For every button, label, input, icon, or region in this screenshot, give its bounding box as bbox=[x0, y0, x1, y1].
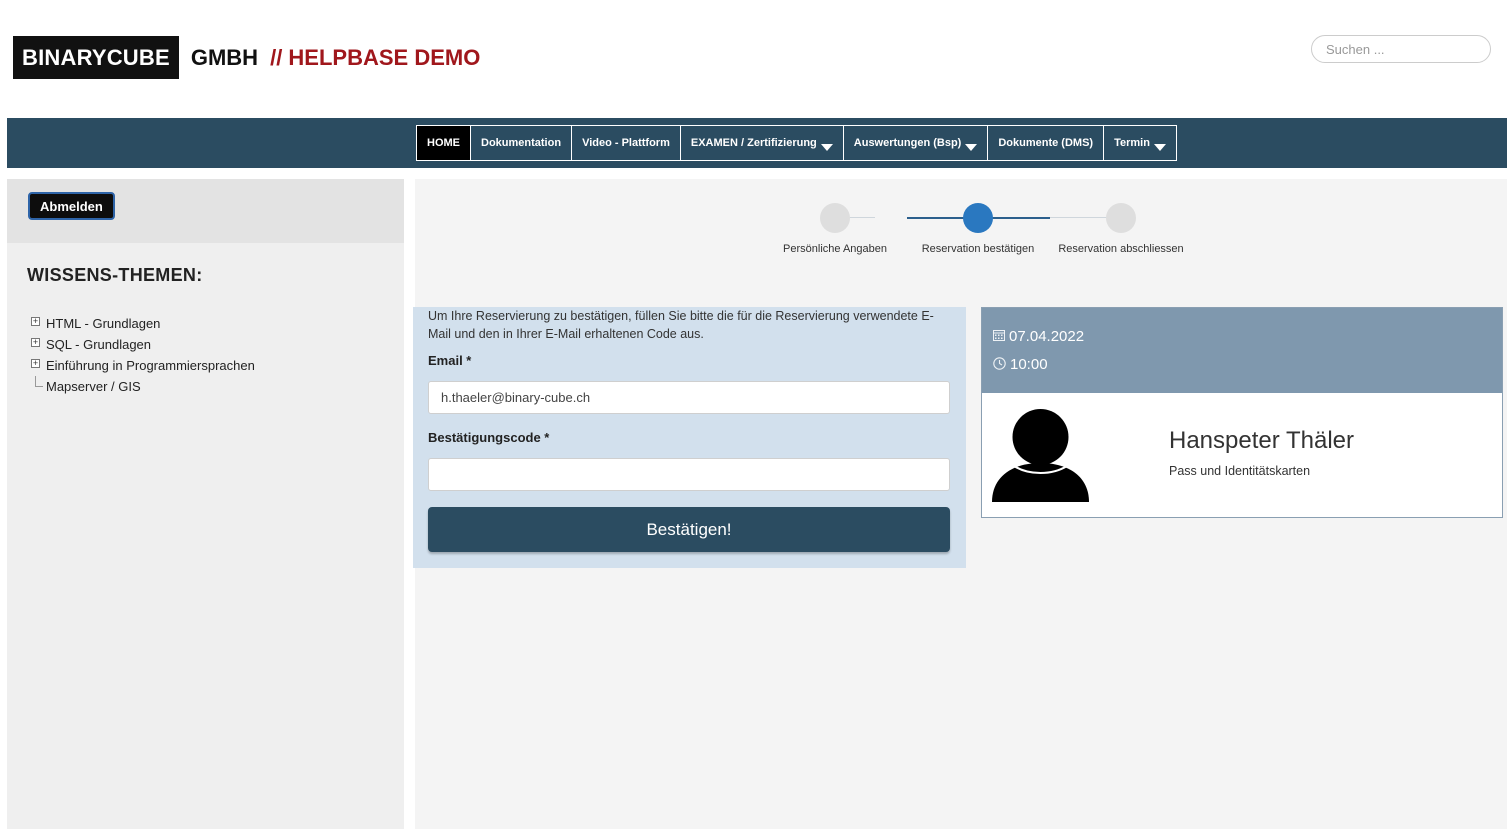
logo-helpbase-demo: // HELPBASE DEMO bbox=[270, 44, 481, 70]
nav-item-label: Termin bbox=[1114, 137, 1150, 149]
nav-item-label: Auswertungen (Bsp) bbox=[853, 137, 962, 149]
appointment-date-value: 07.04.2022 bbox=[1009, 328, 1085, 345]
step-dot-3 bbox=[1106, 203, 1136, 233]
logo-binarycube: BINARYCUBE bbox=[13, 36, 179, 79]
tree-item-label: Einführung in Programmiersprachen bbox=[46, 358, 255, 373]
logout-button[interactable]: Abmelden bbox=[28, 192, 115, 220]
site-logo[interactable]: BINARYCUBE GMBH // HELPBASE DEMO bbox=[13, 36, 480, 79]
appointment-time-value: 10:00 bbox=[1010, 356, 1048, 373]
person-name: Hanspeter Thäler bbox=[1169, 427, 1354, 454]
step-dot-2 bbox=[963, 203, 993, 233]
nav-item-dokumente[interactable]: Dokumente (DMS) bbox=[987, 125, 1105, 161]
expand-plus-icon[interactable]: + bbox=[31, 338, 40, 347]
step-dot-1 bbox=[820, 203, 850, 233]
nav-item-auswertungen[interactable]: Auswertungen (Bsp) bbox=[842, 125, 989, 161]
nav-item-label: EXAMEN / Zertifizierung bbox=[690, 137, 817, 149]
main-content: Persönliche Angaben Reservation bestätig… bbox=[413, 179, 1507, 829]
tree-item-html[interactable]: + HTML - Grundlagen bbox=[29, 313, 255, 334]
code-label: Bestätigungscode * bbox=[428, 430, 550, 445]
nav-item-label: Video - Plattform bbox=[582, 137, 670, 149]
confirm-button[interactable]: Bestätigen! bbox=[428, 507, 950, 552]
nav-menu: HOME Dokumentation Video - Plattform EXA… bbox=[416, 125, 1177, 161]
search-input[interactable] bbox=[1311, 35, 1491, 63]
sidebar: Abmelden WISSENS-THEMEN: + HTML - Grundl… bbox=[7, 179, 404, 829]
step-label-3: Reservation abschliessen bbox=[1058, 243, 1184, 255]
step-connector bbox=[1050, 217, 1108, 218]
nav-item-examen[interactable]: EXAMEN / Zertifizierung bbox=[679, 125, 844, 161]
nav-item-dokumentation[interactable]: Dokumentation bbox=[470, 125, 573, 161]
caret-down-icon bbox=[965, 143, 978, 151]
appointment-card: 07.04.2022 10:00 Hanspeter Thäler Pass u… bbox=[981, 307, 1503, 518]
email-field[interactable] bbox=[428, 381, 950, 414]
appointment-time: 10:00 bbox=[993, 356, 1048, 373]
tree-item-label: HTML - Grundlagen bbox=[46, 316, 161, 331]
user-silhouette-icon bbox=[992, 409, 1089, 502]
caret-down-icon bbox=[820, 143, 833, 151]
appointment-header: 07.04.2022 10:00 bbox=[982, 308, 1502, 393]
nav-item-label: Dokumente (DMS) bbox=[998, 137, 1094, 149]
appointment-date: 07.04.2022 bbox=[993, 328, 1084, 345]
step-label-2: Reservation bestätigen bbox=[921, 243, 1035, 255]
clock-icon bbox=[993, 356, 1006, 373]
logo-gmbh: GMBH bbox=[190, 44, 259, 70]
tree-connector bbox=[35, 376, 43, 387]
tree-item-label: Mapserver / GIS bbox=[46, 379, 141, 394]
tree-item-label: SQL - Grundlagen bbox=[46, 337, 152, 352]
calendar-icon bbox=[993, 329, 1005, 344]
step-label-1: Persönliche Angaben bbox=[783, 243, 887, 255]
caret-down-icon bbox=[1153, 143, 1166, 151]
sidebar-top: Abmelden bbox=[7, 179, 404, 243]
site-header: BINARYCUBE GMBH // HELPBASE DEMO bbox=[0, 0, 1510, 118]
nav-item-video-plattform[interactable]: Video - Plattform bbox=[571, 125, 681, 161]
confirmation-code-field[interactable] bbox=[428, 458, 950, 491]
expand-plus-icon[interactable]: + bbox=[31, 317, 40, 326]
nav-item-label: Dokumentation bbox=[481, 137, 562, 149]
tree-item-programmiersprachen[interactable]: + Einführung in Programmiersprachen bbox=[29, 355, 255, 376]
nav-item-label: HOME bbox=[427, 137, 460, 149]
form-intro-text: Um Ihre Reservierung zu bestätigen, füll… bbox=[428, 309, 934, 341]
main-navbar: HOME Dokumentation Video - Plattform EXA… bbox=[7, 118, 1507, 168]
tree-item-mapserver[interactable]: Mapserver / GIS bbox=[29, 376, 255, 397]
person-subtitle: Pass und Identitätskarten bbox=[1169, 464, 1311, 478]
nav-item-home[interactable]: HOME bbox=[416, 125, 471, 161]
tree-item-sql[interactable]: + SQL - Grundlagen bbox=[29, 334, 255, 355]
topics-tree: + HTML - Grundlagen + SQL - Grundlagen +… bbox=[29, 313, 255, 397]
nav-item-termin[interactable]: Termin bbox=[1103, 125, 1177, 161]
confirmation-form: Um Ihre Reservierung zu bestätigen, füll… bbox=[413, 307, 966, 568]
progress-steps: Persönliche Angaben Reservation bestätig… bbox=[783, 203, 1203, 263]
email-label: Email * bbox=[428, 353, 472, 368]
expand-plus-icon[interactable]: + bbox=[31, 359, 40, 368]
topics-title: WISSENS-THEMEN: bbox=[27, 265, 203, 285]
